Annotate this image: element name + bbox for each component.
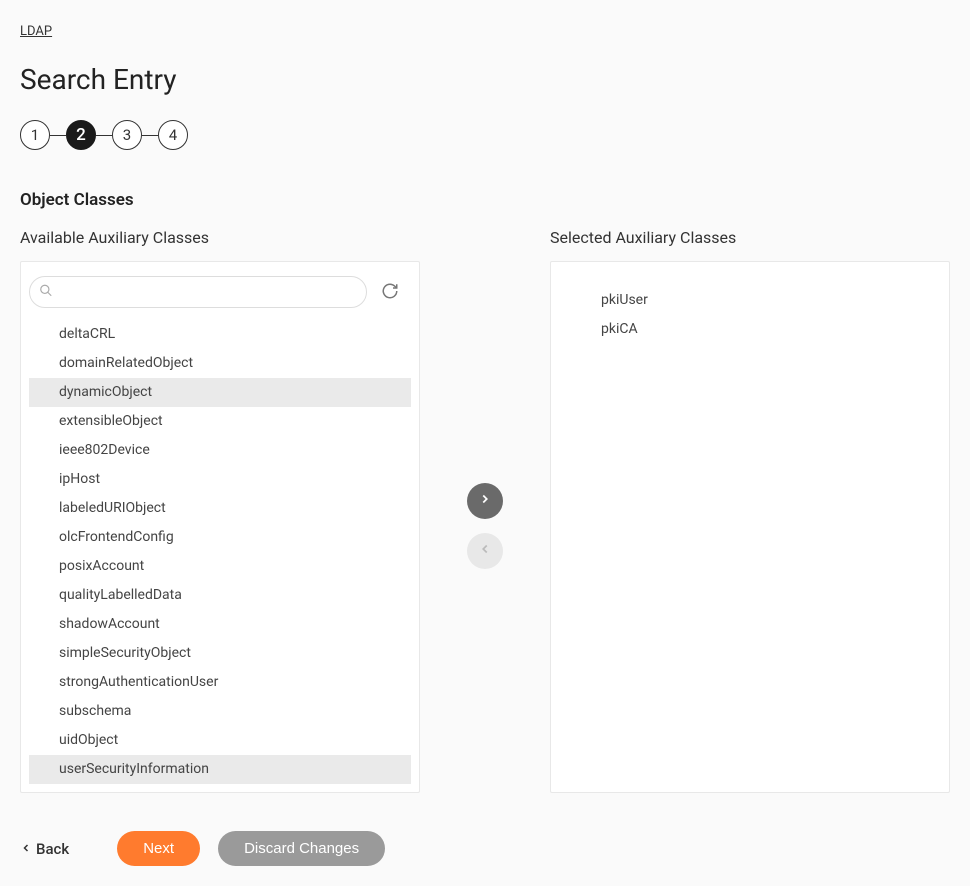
list-item[interactable]: posixAccount	[29, 552, 411, 581]
transfer-controls	[420, 228, 550, 793]
wizard-steps: 1234	[20, 120, 950, 150]
search-row	[29, 276, 411, 316]
list-item[interactable]: qualityLabelledData	[29, 581, 411, 610]
step-connector	[96, 135, 112, 136]
refresh-icon	[381, 282, 399, 303]
discard-button[interactable]: Discard Changes	[218, 831, 385, 866]
list-item[interactable]: strongAuthenticationUser	[29, 668, 411, 697]
wizard-step-3[interactable]: 3	[112, 120, 142, 150]
list-item[interactable]: userSecurityInformation	[29, 755, 411, 784]
list-item[interactable]: deltaCRL	[29, 320, 411, 349]
list-item[interactable]: pkiCA	[567, 315, 933, 344]
list-item[interactable]: ipHost	[29, 465, 411, 494]
wizard-step-2[interactable]: 2	[66, 120, 96, 150]
remove-from-selected-button	[467, 533, 503, 569]
wizard-step-1[interactable]: 1	[20, 120, 50, 150]
add-to-selected-button[interactable]	[467, 483, 503, 519]
available-list-box: deltaCRLdomainRelatedObjectdynamicObject…	[20, 261, 420, 793]
list-item[interactable]: extensibleObject	[29, 407, 411, 436]
back-button[interactable]: Back	[20, 840, 99, 858]
list-item[interactable]: domainRelatedObject	[29, 349, 411, 378]
section-title-object-classes: Object Classes	[20, 190, 950, 210]
refresh-button[interactable]	[377, 278, 403, 307]
list-item[interactable]: ieee802Device	[29, 436, 411, 465]
step-connector	[142, 135, 158, 136]
list-item[interactable]: pkiUser	[567, 286, 933, 315]
available-class-list: deltaCRLdomainRelatedObjectdynamicObject…	[29, 320, 411, 784]
selected-panel: Selected Auxiliary Classes pkiUserpkiCA	[550, 228, 950, 793]
selected-class-list: pkiUserpkiCA	[559, 276, 941, 354]
breadcrumb-ldap[interactable]: LDAP	[20, 24, 52, 39]
list-item[interactable]: simpleSecurityObject	[29, 639, 411, 668]
chevron-left-icon	[478, 542, 492, 559]
list-item[interactable]: subschema	[29, 697, 411, 726]
footer-actions: Back Next Discard Changes	[20, 831, 950, 866]
back-label: Back	[36, 840, 69, 858]
chevron-right-icon	[478, 492, 492, 509]
available-label: Available Auxiliary Classes	[20, 228, 420, 247]
selected-label: Selected Auxiliary Classes	[550, 228, 950, 247]
chevron-left-icon	[20, 840, 32, 858]
page-title: Search Entry	[20, 63, 950, 96]
dual-list: Available Auxiliary Classes deltaCRLdoma…	[20, 228, 950, 793]
wizard-step-4[interactable]: 4	[158, 120, 188, 150]
next-button[interactable]: Next	[117, 831, 200, 866]
search-input[interactable]	[29, 276, 367, 308]
list-item[interactable]: labeledURIObject	[29, 494, 411, 523]
list-item[interactable]: olcFrontendConfig	[29, 523, 411, 552]
list-item[interactable]: dynamicObject	[29, 378, 411, 407]
list-item[interactable]: uidObject	[29, 726, 411, 755]
step-connector	[50, 135, 66, 136]
selected-list-box: pkiUserpkiCA	[550, 261, 950, 793]
list-item[interactable]: shadowAccount	[29, 610, 411, 639]
available-panel: Available Auxiliary Classes deltaCRLdoma…	[20, 228, 420, 793]
